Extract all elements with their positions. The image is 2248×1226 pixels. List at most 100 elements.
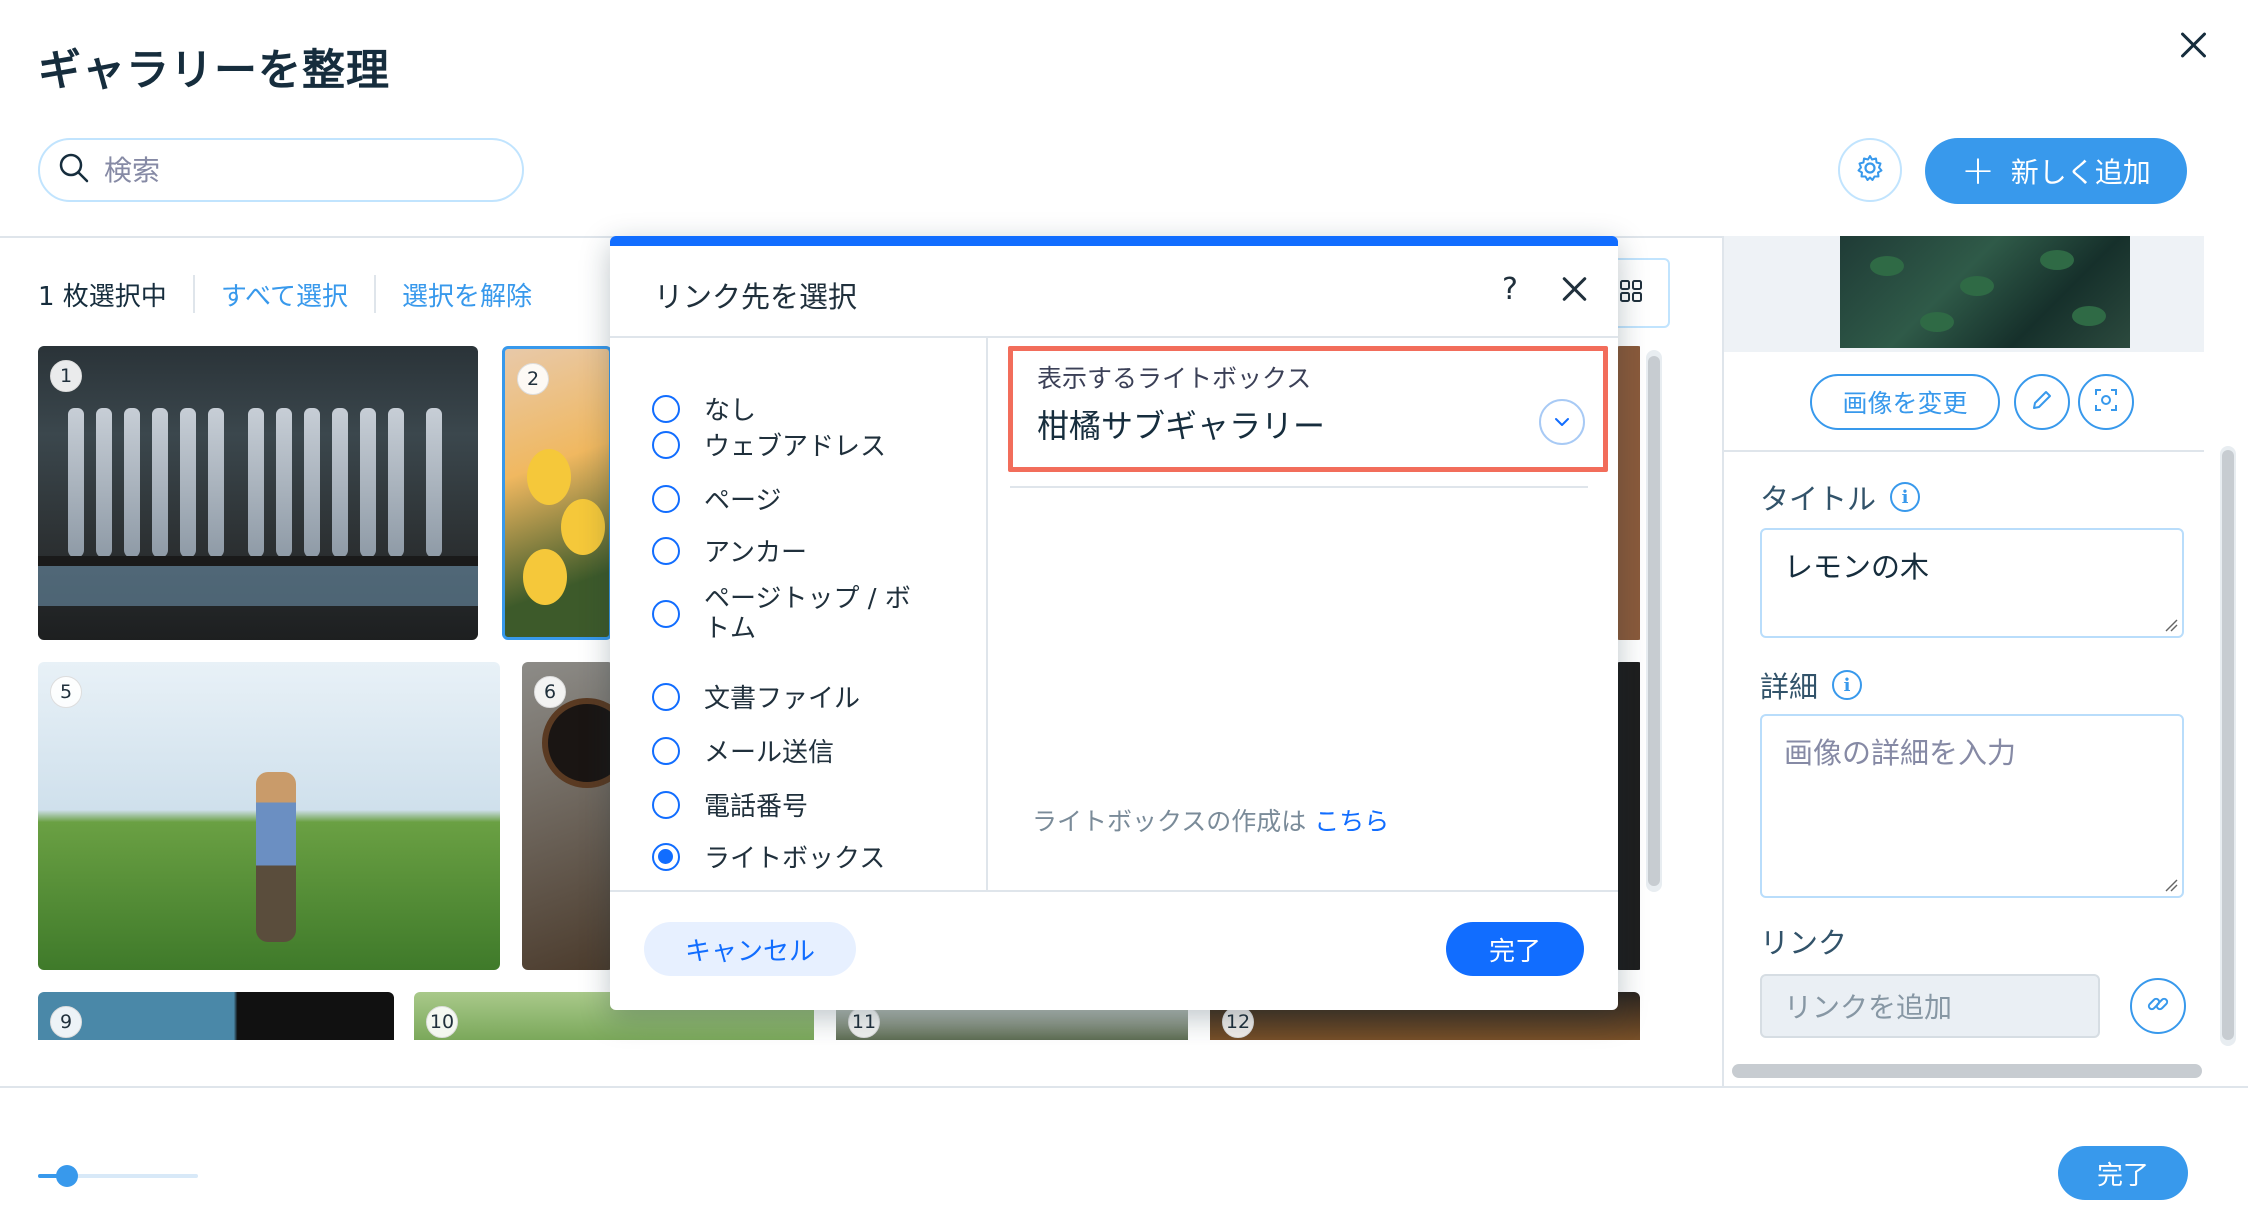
radio-button[interactable] (652, 736, 680, 765)
option-label: ライトボックス (704, 844, 886, 874)
thumbnail-sea[interactable]: 9 (38, 992, 394, 1040)
fish-shape (124, 408, 140, 558)
resize-grip-icon[interactable] (2164, 618, 2178, 632)
divider (192, 275, 195, 313)
close-icon[interactable] (1558, 272, 1592, 306)
fish-shape (304, 408, 320, 558)
leaf-shape (1920, 312, 1954, 332)
option-page-top-bottom[interactable]: ページトップ / ボトム (652, 584, 934, 644)
thumbnail-fish-drying[interactable]: 1 (38, 346, 478, 640)
person-shape (256, 772, 296, 942)
fish-shape (96, 408, 112, 558)
rail (38, 556, 478, 566)
thumbnail-size-slider[interactable] (38, 1164, 198, 1188)
add-new-button[interactable]: + 新しく追加 (1925, 138, 2187, 204)
resize-grip-icon[interactable] (2164, 878, 2178, 892)
deselect-link[interactable]: 選択を解除 (402, 276, 532, 313)
option-none[interactable]: なし (652, 390, 756, 427)
thumbnail-number: 10 (426, 1006, 458, 1038)
lightbox-create-hint: ライトボックスの作成は こちら (1032, 802, 1389, 838)
panel-horizontal-scrollbar[interactable] (1732, 1064, 2202, 1078)
close-icon[interactable] (2172, 24, 2216, 68)
settings-button[interactable] (1838, 138, 1902, 202)
fish-shape (360, 408, 376, 558)
done-button[interactable]: 完了 (2058, 1146, 2188, 1200)
radio-button[interactable] (652, 600, 680, 628)
fish-shape (332, 408, 348, 558)
lemon-shape (523, 549, 567, 605)
leaf-shape (1870, 256, 1904, 276)
edit-image-button[interactable] (2014, 374, 2070, 430)
option-document[interactable]: 文書ファイル (652, 678, 860, 715)
slider-knob[interactable] (55, 1165, 78, 1187)
leaf-shape (2040, 250, 2074, 270)
lightbox-field-label: 表示するライトボックス (1037, 364, 1312, 393)
add-new-label: 新しく追加 (2010, 156, 2151, 189)
fish-shape (152, 408, 168, 558)
dialog-accent-bar (610, 236, 1618, 246)
option-phone[interactable]: 電話番号 (652, 786, 808, 823)
option-label: アンカー (704, 538, 807, 568)
dialog-done-button[interactable]: 完了 (1446, 922, 1584, 976)
search-icon (58, 152, 90, 188)
help-icon[interactable]: ? (1502, 272, 1518, 307)
dropdown-underline (1010, 486, 1588, 488)
option-label: 文書ファイル (704, 684, 861, 714)
option-label: ページトップ / ボトム (704, 584, 911, 644)
add-link-button[interactable] (2130, 978, 2186, 1034)
info-icon[interactable]: i (1832, 670, 1863, 700)
info-icon[interactable]: i (1890, 482, 1921, 512)
panel-scrollbar[interactable] (2220, 446, 2236, 1046)
option-anchor[interactable]: アンカー (652, 532, 807, 569)
option-email[interactable]: メール送信 (652, 732, 834, 769)
dialog-footer-divider (610, 890, 1618, 892)
option-label: ウェブアドレス (704, 432, 887, 462)
chevron-down-icon[interactable] (1539, 399, 1585, 445)
cancel-button[interactable]: キャンセル (644, 922, 856, 976)
select-all-link[interactable]: すべて選択 (221, 276, 348, 313)
image-details-panel: 画像を変更 タイトル i レモンの木 詳細 i 画像の詳細を入力 リンク リンク… (1722, 236, 2248, 1086)
radio-button[interactable] (652, 682, 680, 711)
change-image-button[interactable]: 画像を変更 (1810, 374, 2000, 430)
thumbnail-number: 2 (517, 363, 549, 395)
grid-scrollbar[interactable] (1646, 350, 1662, 892)
option-page[interactable]: ページ (652, 480, 781, 517)
focal-point-button[interactable] (2078, 374, 2134, 430)
bowl-shape (542, 698, 614, 788)
page-title: ギャラリーを整理 (38, 46, 390, 96)
link-icon (2145, 991, 2171, 1021)
lemon-shape (527, 449, 571, 505)
lightbox-dropdown[interactable]: 表示するライトボックス 柑橘サブギャラリー (1008, 346, 1608, 472)
fish-shape (426, 408, 442, 558)
title-label-text: タイトル (1760, 482, 1877, 516)
panel-divider (1724, 450, 2204, 452)
radio-button[interactable] (652, 484, 680, 513)
radio-button[interactable] (652, 536, 680, 565)
search-input[interactable] (104, 153, 484, 187)
thumbnail-number: 12 (1222, 1006, 1254, 1038)
image-preview (1840, 236, 2130, 348)
radio-button[interactable] (652, 394, 680, 423)
thumbnail-soba-bowl[interactable]: 6 (522, 662, 614, 970)
option-label: ページ (704, 486, 782, 516)
divider (373, 275, 376, 313)
radio-button[interactable] (652, 790, 680, 819)
pencil-icon (2030, 388, 2054, 416)
fish-shape (180, 408, 196, 558)
radio-button-selected[interactable] (652, 842, 680, 871)
detail-field[interactable]: 画像の詳細を入力 (1760, 714, 2184, 898)
thumbnail-farmer-field[interactable]: 5 (38, 662, 500, 970)
selection-bar: 1 枚選択中 すべて選択 選択を解除 (38, 274, 532, 314)
option-web-address[interactable]: ウェブアドレス (652, 426, 886, 463)
option-lightbox[interactable]: ライトボックス (652, 838, 885, 875)
focus-icon (2093, 387, 2119, 417)
fish-shape (276, 408, 292, 558)
thumbnail-lemons-selected[interactable]: 2 (502, 346, 612, 640)
plus-icon: + (1961, 148, 1995, 194)
radio-button[interactable] (652, 430, 680, 459)
link-field[interactable]: リンクを追加 (1760, 974, 2100, 1038)
option-label: メール送信 (704, 738, 835, 768)
title-field[interactable]: レモンの木 (1760, 528, 2184, 638)
create-lightbox-link[interactable]: こちら (1314, 807, 1389, 836)
search-bar[interactable] (38, 138, 524, 202)
